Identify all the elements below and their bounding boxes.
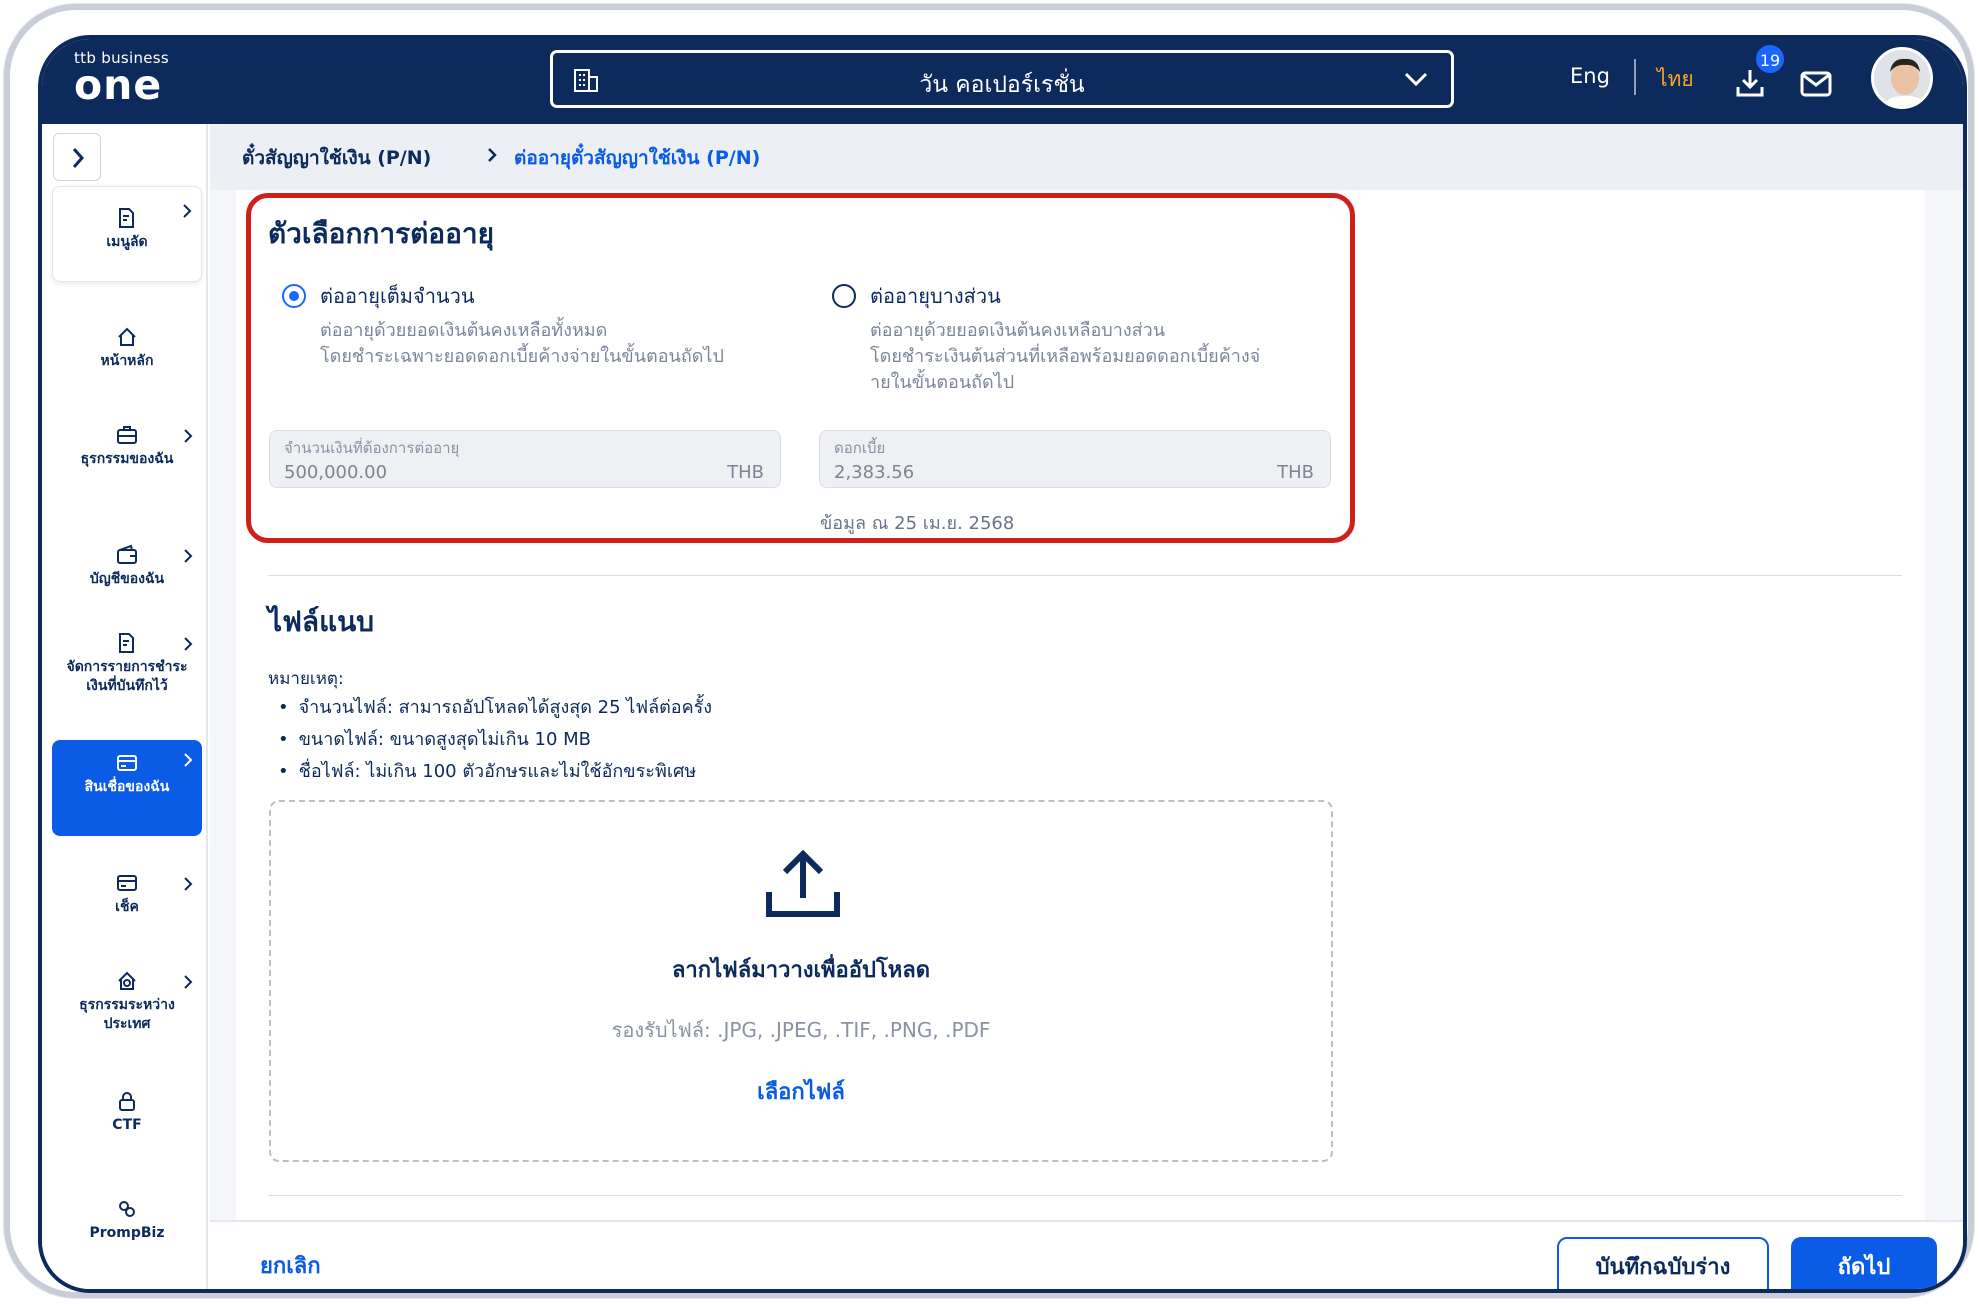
as-of-date: ข้อมูล ณ 25 เม.ย. 2568 (820, 513, 1015, 534)
company-selector[interactable]: วัน คอเปอร์เรชั่น (550, 50, 1454, 108)
note-item: ชื่อไฟล์: ไม่เกิน 100 ตัวอักษรและไม่ใช้อ… (278, 756, 697, 785)
option-partial-desc: ายในขั้นตอนถัดไป (870, 372, 1015, 393)
drop-zone-title: ลากไฟล์มาวางเพื่ออัปโหลด (671, 958, 931, 983)
section-divider (268, 575, 1902, 576)
sidebar-item-label: ธุรกรรมระหว่างประเทศ (79, 997, 175, 1032)
note-item: ขนาดไฟล์: ขนาดสูงสุดไม่เกิน 10 MB (278, 724, 591, 753)
main-content: ตัวเลือกการต่ออายุ ต่ออายุเต็มจำนวน ต่ออ… (210, 190, 1963, 1220)
sidebar-item-label: จัดการรายการชำระเงินที่บันทึกไว้ (66, 659, 188, 694)
card-icon (117, 755, 137, 771)
field-value: 500,000.00 (284, 462, 388, 483)
chevron-right-icon (488, 148, 497, 162)
field-currency: THB (727, 462, 764, 483)
breadcrumb-renew-pn: ต่ออายุตั๋วสัญญาใช้เงิน (P/N) (514, 147, 761, 169)
chevron-right-icon (184, 429, 193, 443)
breadcrumb-pn[interactable]: ตั๋วสัญญาใช้เงิน (P/N) (242, 143, 431, 173)
field-currency: THB (1277, 462, 1314, 483)
sidebar-item-shortcut[interactable]: เมนูลัด (52, 186, 202, 282)
language-english[interactable]: Eng (1570, 64, 1610, 88)
chevron-down-icon (1404, 72, 1428, 87)
chevron-right-icon (183, 204, 192, 218)
sidebar-item-international[interactable]: ธุรกรรมระหว่างประเทศ (52, 970, 202, 1040)
ttb-logo[interactable]: ttb business one (74, 49, 169, 109)
wallet-icon (117, 544, 137, 564)
user-avatar[interactable] (1871, 47, 1933, 109)
sidebar-item-ctf[interactable]: CTF (52, 1090, 202, 1140)
interest-field: ดอกเบี้ย 2,383.56 THB (819, 430, 1331, 488)
save-draft-button[interactable]: บันทึกฉบับร่าง (1557, 1237, 1769, 1289)
chevron-right-icon (184, 877, 193, 891)
next-button[interactable]: ถัดไป (1791, 1237, 1937, 1289)
sidebar-item-label: ธุรกรรมของฉัน (80, 451, 174, 467)
option-partial-label[interactable]: ต่ออายุบางส่วน (870, 280, 1001, 312)
sidebar-item-label: เมนูลัด (106, 234, 148, 250)
chevron-right-icon (184, 549, 193, 563)
globe-home-icon (118, 971, 136, 990)
cancel-button[interactable]: ยกเลิก (260, 1248, 321, 1283)
logo-wordmark: one (74, 61, 163, 109)
option-full-desc: ต่ออายุด้วยยอดเงินต้นคงเหลือทั้งหมด (320, 320, 608, 341)
sidebar-item-label: CTF (112, 1117, 142, 1133)
attachments-title: ไฟล์แนบ (268, 605, 375, 638)
breadcrumb: ตั๋วสัญญาใช้เงิน (P/N) ต่ออายุตั๋วสัญญาใ… (210, 124, 1963, 190)
sidebar-item-label: เช็ค (115, 899, 139, 915)
option-partial-desc: ต่ออายุด้วยยอดเงินต้นคงเหลือบางส่วน (870, 320, 1166, 341)
sidebar-item-label: บัญชีของฉัน (89, 571, 165, 587)
option-partial-desc: โดยชำระเงินต้นส่วนที่เหลือพร้อมยอดดอกเบี… (870, 346, 1261, 367)
device-frame: ttb business one วัน คอเปอร์เรชั่น Eng ไ… (4, 4, 1974, 1298)
sidebar-item-my-loans[interactable]: สินเชื่อของฉัน (52, 740, 202, 836)
action-footer: ยกเลิก บันทึกฉบับร่าง ถัดไป (210, 1220, 1963, 1289)
sidebar-item-my-accounts[interactable]: บัญชีของฉัน (52, 544, 202, 594)
chevron-right-icon (184, 637, 193, 651)
sidebar-item-home[interactable]: หน้าหลัก (52, 326, 202, 376)
mail-icon[interactable] (1800, 71, 1832, 97)
note-item: จำนวนไฟล์: สามารถอัปโหลดได้สูงสุด 25 ไฟล… (278, 692, 712, 721)
home-icon (118, 327, 136, 346)
form-panel: ตัวเลือกการต่ออายุ ต่ออายุเต็มจำนวน ต่ออ… (236, 190, 1925, 1220)
radio-full-renewal[interactable] (282, 284, 306, 308)
upload-icon (766, 849, 840, 917)
chevron-right-icon (72, 148, 85, 168)
field-label: จำนวนเงินที่ต้องการต่ออายุ (284, 439, 460, 457)
sidebar-item-label: สินเชื่อของฉัน (84, 779, 170, 795)
choose-file-link[interactable]: เลือกไฟล์ (271, 1074, 1331, 1109)
language-thai[interactable]: ไทย (1657, 63, 1694, 96)
download-count-badge: 19 (1754, 43, 1786, 75)
file-drop-zone[interactable]: ลากไฟล์มาวางเพื่ออัปโหลด รองรับไฟล์: .JP… (269, 800, 1333, 1162)
chevron-right-icon (184, 975, 193, 989)
cheque-icon (117, 875, 137, 891)
document-icon (119, 208, 134, 228)
renewal-amount-field: จำนวนเงินที่ต้องการต่ออายุ 500,000.00 TH… (269, 430, 781, 488)
link-icon (119, 1201, 135, 1217)
sidebar-item-cheque[interactable]: เช็ค (52, 872, 202, 922)
renewal-options-title: ตัวเลือกการต่ออายุ (268, 217, 495, 250)
option-full-label[interactable]: ต่ออายุเต็มจำนวน (320, 280, 475, 312)
field-value: 2,383.56 (834, 462, 915, 483)
field-label: ดอกเบี้ย (834, 439, 886, 457)
sidebar: เมนูลัด หน้าหลัก ธุรกรรมของฉัน บัญชีของฉ… (42, 124, 208, 1289)
document-icon (119, 633, 134, 653)
sidebar-item-prompbiz[interactable]: PrompBiz (52, 1198, 202, 1248)
section-divider (268, 1195, 1902, 1196)
sidebar-item-saved-payments[interactable]: จัดการรายการชำระเงินที่บันทึกไว้ (52, 632, 202, 724)
sidebar-item-label: หน้าหลัก (100, 353, 154, 369)
notes-heading: หมายเหตุ: (268, 669, 344, 689)
app-screen: ttb business one วัน คอเปอร์เรชั่น Eng ไ… (38, 35, 1967, 1293)
company-name: วัน คอเปอร์เรชั่น (919, 72, 1085, 98)
sidebar-expand-button[interactable] (53, 133, 101, 181)
chevron-right-icon (184, 753, 193, 767)
accepted-file-types: รองรับไฟล์: .JPG, .JPEG, .TIF, .PNG, .PD… (611, 1018, 991, 1042)
lock-icon (119, 1092, 135, 1111)
radio-partial-renewal[interactable] (832, 284, 856, 308)
language-divider (1634, 59, 1636, 95)
top-bar: ttb business one วัน คอเปอร์เรชั่น Eng ไ… (42, 39, 1963, 124)
avatar-photo (1874, 50, 1930, 106)
option-full-desc: โดยชำระเฉพาะยอดดอกเบี้ยค้างจ่ายในขั้นตอน… (320, 346, 724, 367)
briefcase-icon (117, 426, 137, 444)
sidebar-item-label: PrompBiz (89, 1225, 165, 1241)
sidebar-item-my-transactions[interactable]: ธุรกรรมของฉัน (52, 424, 202, 494)
